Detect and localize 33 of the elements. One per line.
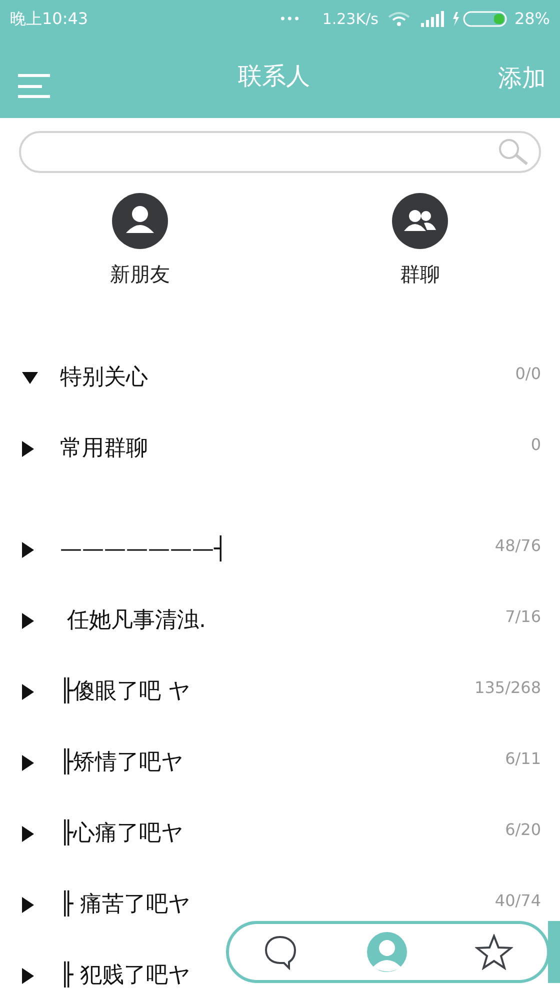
search-icon <box>497 138 529 166</box>
online-count: 0/0 <box>515 364 541 382</box>
online-count: 40/74 <box>494 892 541 910</box>
group-name[interactable]: ╟ 犯贱了吧ヤ <box>60 962 192 988</box>
online-count: 0 <box>530 436 541 454</box>
battery-percent: 28% <box>514 8 550 30</box>
group-name[interactable]: 常用群聊 <box>60 436 148 462</box>
group-name[interactable]: 特别关心 <box>60 364 148 390</box>
online-count: 135/268 <box>474 678 541 696</box>
status-time: 晚上10:43 <box>10 8 88 30</box>
group-name[interactable]: 任她凡事清浊. <box>60 608 206 634</box>
group-name[interactable]: ╟矫情了吧ヤ <box>60 750 184 776</box>
page-title: 联系人 <box>238 61 310 92</box>
online-count: 6/20 <box>505 820 541 838</box>
chat-bubble-icon[interactable] <box>262 934 299 970</box>
group-name[interactable]: ╟心痛了吧ヤ <box>60 820 184 846</box>
group-name[interactable]: ———————┤ <box>60 536 228 562</box>
search-field[interactable] <box>19 131 541 173</box>
group-name[interactable]: ╟傻眼了吧 ヤ <box>60 678 192 704</box>
star-icon[interactable] <box>475 934 514 970</box>
shortcut-label[interactable]: 群聊 <box>400 259 440 289</box>
shortcut-label[interactable]: 新朋友 <box>110 259 170 289</box>
network-speed: 1.23K/s <box>322 8 378 30</box>
signal-icon <box>420 11 444 27</box>
online-count: 7/16 <box>505 608 541 626</box>
wifi-icon <box>388 11 410 27</box>
group-name[interactable]: ╟ 痛苦了吧ヤ <box>60 892 192 918</box>
online-count: 6/11 <box>505 750 541 768</box>
people-icon[interactable] <box>392 193 448 249</box>
online-count: 48/76 <box>494 536 541 554</box>
notification-dots: ••• <box>279 11 300 28</box>
person-icon[interactable] <box>112 193 168 249</box>
battery-icon <box>452 11 508 27</box>
